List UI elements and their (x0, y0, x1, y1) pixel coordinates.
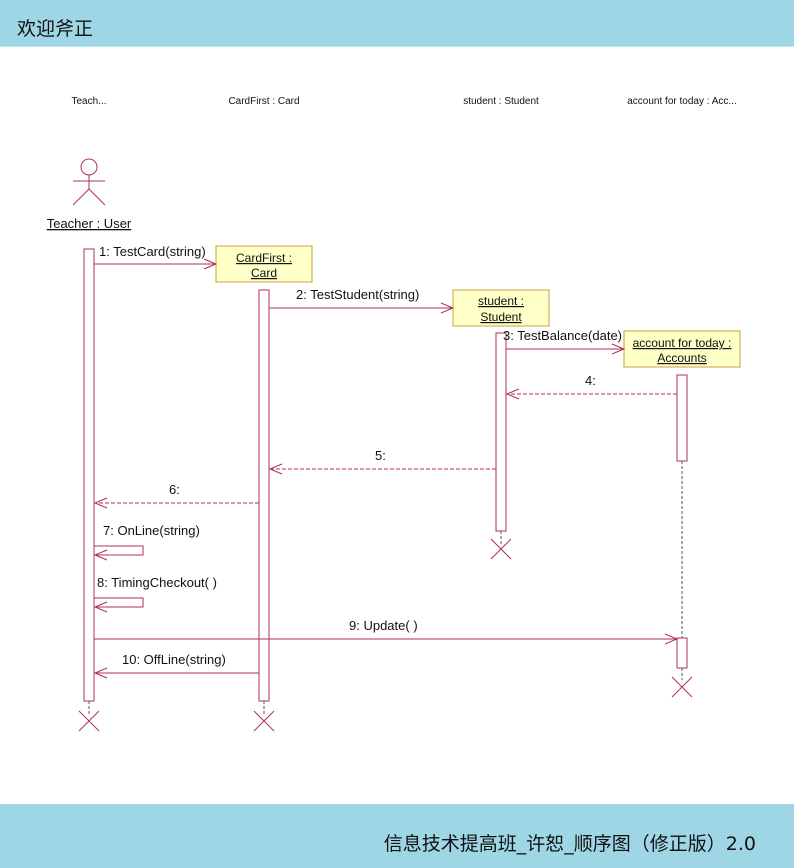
message-7-arrow (94, 545, 144, 555)
object-card: CardFirst : Card (215, 245, 313, 283)
header-title: 欢迎斧正 (17, 18, 94, 40)
header-teacher: Teach... (71, 96, 106, 107)
actor-icon (72, 158, 106, 206)
message-8-arrow (94, 597, 144, 607)
object-student-line2: Student (480, 310, 522, 324)
object-account: account for today : Accounts (623, 330, 741, 368)
sequence-diagram: Teach... CardFirst : Card student : Stud… (47, 96, 741, 732)
object-account-line2: Accounts (657, 351, 706, 365)
object-student-line1: student : (478, 294, 524, 308)
message-4-label: 4: (585, 373, 596, 388)
message-7-label: 7: OnLine(string) (103, 523, 200, 538)
message-8-label: 8: TimingCheckout( ) (97, 575, 217, 590)
actor-label: Teacher : User (47, 216, 132, 231)
header-student: student : Student (463, 96, 539, 107)
header-bar: 欢迎斧正 (0, 0, 794, 47)
object-card-line2: Card (251, 266, 277, 280)
activation-account-1 (676, 374, 688, 462)
header-card: CardFirst : Card (228, 96, 299, 107)
footer-title: 信息技术提高班_许恕_顺序图（修正版）2.0 (383, 833, 756, 855)
message-6-label: 6: (169, 482, 180, 497)
destroy-marks (78, 538, 693, 732)
activation-student (495, 332, 507, 532)
message-2-label: 2: TestStudent(string) (296, 287, 419, 302)
message-10-label: 10: OffLine(string) (122, 652, 226, 667)
object-student: student : Student (452, 289, 550, 327)
header-account: account for today : Acc... (627, 96, 737, 107)
message-5-label: 5: (375, 448, 386, 463)
message-3-label: 3: TestBalance(date) (503, 328, 622, 343)
activation-teacher (83, 248, 95, 702)
message-1-label: 1: TestCard(string) (99, 244, 206, 259)
message-9-label: 9: Update( ) (349, 618, 418, 633)
object-account-line1: account for today : (633, 336, 732, 350)
object-card-line1: CardFirst : (236, 251, 292, 265)
diagram-canvas: Teach... CardFirst : Card student : Stud… (0, 46, 794, 804)
footer-bar: 信息技术提高班_许恕_顺序图（修正版）2.0 (0, 804, 794, 868)
activation-account-2 (676, 637, 688, 669)
